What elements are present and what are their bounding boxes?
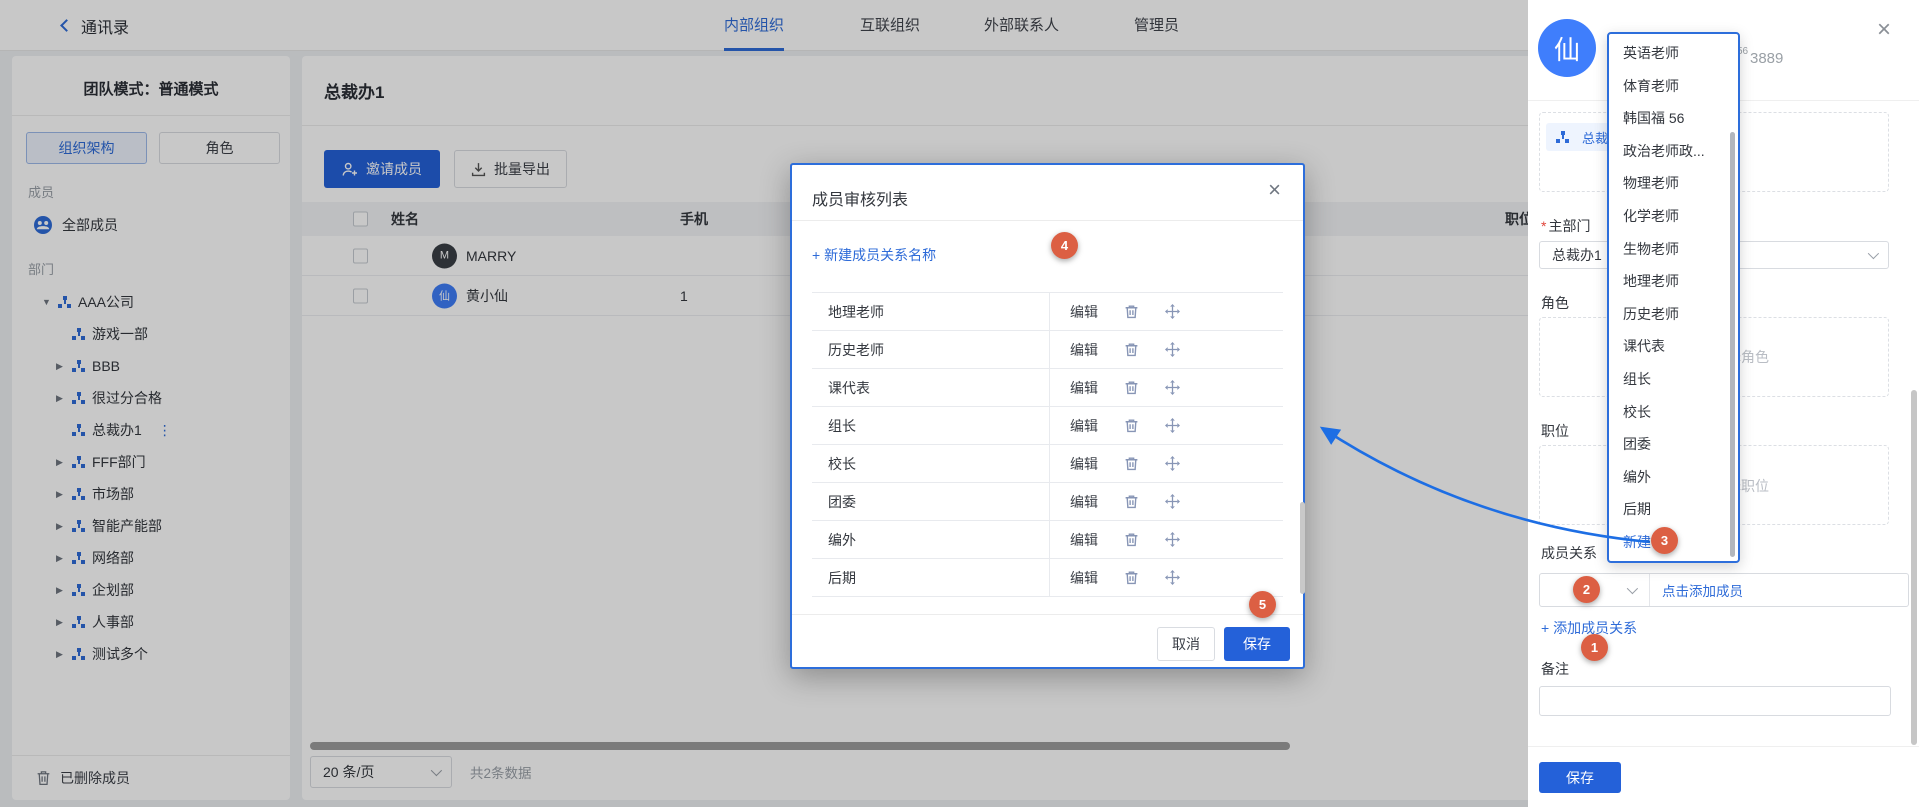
screen: 通讯录 内部组织 互联组织 外部联系人 管理员 团队模式：普通模式 组织架构 角…: [0, 0, 1919, 807]
relation-row: 组长 编辑: [812, 407, 1283, 445]
remark-input[interactable]: [1539, 686, 1891, 716]
delete-icon[interactable]: [1124, 570, 1139, 585]
relation-name: 课代表: [812, 378, 1049, 398]
dropdown-option[interactable]: 后期: [1609, 493, 1738, 526]
edit-link[interactable]: 编辑: [1070, 378, 1098, 398]
move-handle-icon[interactable]: [1165, 494, 1180, 509]
relation-list: 地理老师 编辑 历史老师 编辑: [812, 292, 1283, 597]
relation-name: 编外: [812, 530, 1049, 550]
move-handle-icon[interactable]: [1165, 304, 1180, 319]
edit-link[interactable]: 编辑: [1070, 454, 1098, 474]
dropdown-scrollbar[interactable]: [1730, 132, 1735, 557]
edit-link[interactable]: 编辑: [1070, 340, 1098, 360]
annotation-badge-1: 1: [1581, 634, 1608, 661]
relation-row: 地理老师 编辑: [812, 293, 1283, 331]
role-label: 角色: [1541, 293, 1569, 313]
add-member-link[interactable]: 点击添加成员: [1650, 580, 1743, 600]
dropdown-option[interactable]: 团委: [1609, 428, 1738, 461]
dropdown-option[interactable]: 生物老师: [1609, 233, 1738, 266]
edit-link[interactable]: 编辑: [1070, 568, 1098, 588]
move-handle-icon[interactable]: [1165, 456, 1180, 471]
panel-scrollbar[interactable]: [1911, 390, 1917, 745]
save-button[interactable]: 保存: [1224, 627, 1290, 661]
dropdown-option[interactable]: 校长: [1609, 396, 1738, 429]
delete-icon[interactable]: [1124, 532, 1139, 547]
relation-row: 团委 编辑: [812, 483, 1283, 521]
delete-icon[interactable]: [1124, 494, 1139, 509]
close-icon[interactable]: ×: [1268, 179, 1281, 201]
dropdown-option[interactable]: 地理老师: [1609, 265, 1738, 298]
delete-icon[interactable]: [1124, 456, 1139, 471]
edit-link[interactable]: 编辑: [1070, 416, 1098, 436]
close-icon[interactable]: ×: [1877, 18, 1891, 42]
delete-icon[interactable]: [1124, 304, 1139, 319]
main-dept-label: 主部门: [1541, 216, 1590, 236]
relation-name: 校长: [812, 454, 1049, 474]
chevron-down-icon: [1627, 583, 1638, 594]
relation-row: 历史老师 编辑: [812, 331, 1283, 369]
dropdown-option[interactable]: 化学老师: [1609, 200, 1738, 233]
position-label: 职位: [1541, 421, 1569, 441]
new-relation-name-link[interactable]: + 新建成员关系名称: [812, 245, 936, 265]
move-handle-icon[interactable]: [1165, 570, 1180, 585]
divider: [1528, 746, 1919, 747]
relation-name: 地理老师: [812, 302, 1049, 322]
annotation-badge-4: 4: [1051, 232, 1078, 259]
divider: [792, 614, 1303, 615]
dropdown-option[interactable]: 英语老师: [1609, 37, 1738, 70]
move-handle-icon[interactable]: [1165, 342, 1180, 357]
relation-name: 历史老师: [812, 340, 1049, 360]
move-handle-icon[interactable]: [1165, 418, 1180, 433]
annotation-badge-3: 3: [1651, 527, 1678, 554]
dropdown-option[interactable]: 物理老师: [1609, 167, 1738, 200]
relation-label: 成员关系: [1541, 543, 1597, 563]
divider: [792, 220, 1303, 221]
dropdown-option[interactable]: 体育老师: [1609, 70, 1738, 103]
relation-name: 后期: [812, 568, 1049, 588]
member-review-modal: 成员审核列表 × + 新建成员关系名称 地理老师 编辑 历史老师: [790, 163, 1305, 669]
move-handle-icon[interactable]: [1165, 380, 1180, 395]
relation-name: 组长: [812, 416, 1049, 436]
org-icon: [1556, 131, 1569, 143]
relation-row: 校长 编辑: [812, 445, 1283, 483]
delete-icon[interactable]: [1124, 418, 1139, 433]
relation-row: 课代表 编辑: [812, 369, 1283, 407]
remark-label: 备注: [1541, 659, 1569, 679]
relation-name: 团委: [812, 492, 1049, 512]
relation-row: 编外 编辑: [812, 521, 1283, 559]
edit-link[interactable]: 编辑: [1070, 492, 1098, 512]
modal-scrollbar[interactable]: [1300, 502, 1305, 594]
cancel-button[interactable]: 取消: [1157, 627, 1215, 661]
edit-link[interactable]: 编辑: [1070, 530, 1098, 550]
dropdown-option[interactable]: 政治老师政...: [1609, 135, 1738, 168]
dropdown-option[interactable]: 韩国福 56: [1609, 102, 1738, 135]
annotation-badge-5: 5: [1249, 591, 1276, 618]
delete-icon[interactable]: [1124, 380, 1139, 395]
dropdown-option[interactable]: 历史老师: [1609, 298, 1738, 331]
member-avatar: 仙: [1538, 19, 1596, 77]
edit-link[interactable]: 编辑: [1070, 302, 1098, 322]
relation-row: 后期 编辑: [812, 559, 1283, 597]
relation-dropdown: 英语老师 体育老师 韩国福 56 政治老师政... 物理老师 化学老师 生物老师…: [1607, 32, 1740, 563]
annotation-badge-2: 2: [1573, 576, 1600, 603]
panel-save-button[interactable]: 保存: [1539, 762, 1621, 793]
dropdown-option[interactable]: 组长: [1609, 363, 1738, 396]
move-handle-icon[interactable]: [1165, 532, 1180, 547]
modal-title: 成员审核列表: [812, 186, 908, 210]
chevron-down-icon: [1868, 248, 1879, 259]
phone-fragment: 3889: [1750, 50, 1783, 67]
dropdown-option[interactable]: 编外: [1609, 461, 1738, 494]
delete-icon[interactable]: [1124, 342, 1139, 357]
dropdown-option[interactable]: 课代表: [1609, 330, 1738, 363]
